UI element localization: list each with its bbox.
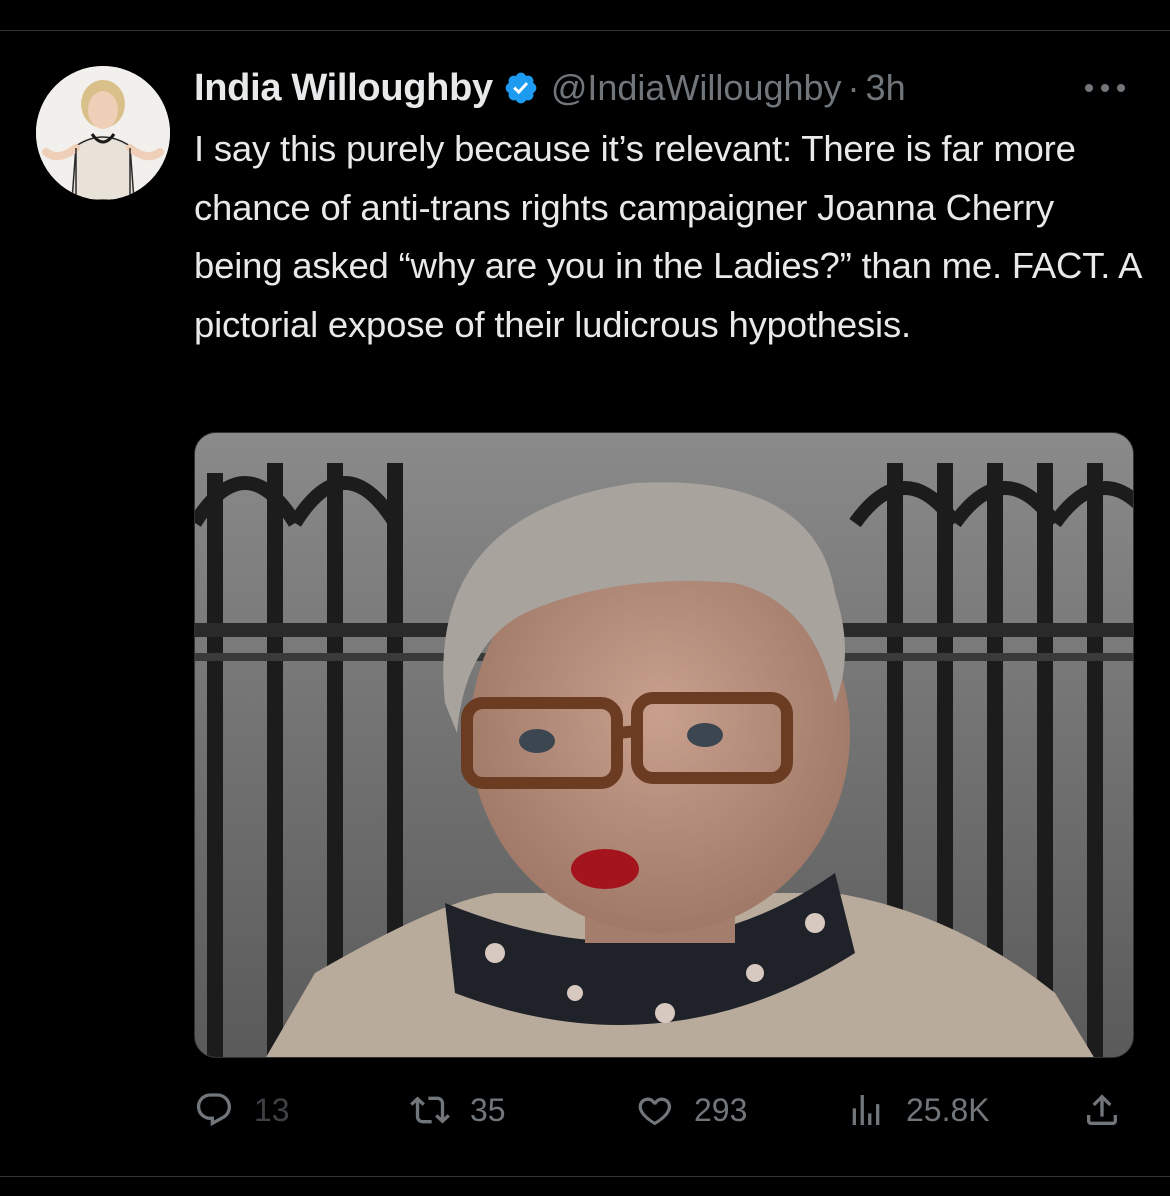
retweet-action[interactable]: 35 [410, 1082, 506, 1138]
tweet-media-photo[interactable] [194, 432, 1134, 1058]
tweet-text: I say this purely because it’s relevant:… [194, 128, 1141, 345]
retweet-count: 35 [470, 1091, 506, 1128]
photo-image [195, 433, 1133, 1057]
tweet-actions: 13 35 293 25.8K [194, 1082, 1134, 1138]
more-options-icon[interactable] [1080, 68, 1130, 108]
share-icon [1082, 1090, 1122, 1130]
share-action[interactable] [1082, 1082, 1122, 1138]
tweet-header: India Willoughby @IndiaWilloughby · 3h [194, 62, 906, 114]
author-handle[interactable]: @IndiaWilloughby [551, 67, 842, 109]
avatar-image [36, 66, 170, 200]
like-action[interactable]: 293 [634, 1082, 747, 1138]
top-divider [0, 30, 1170, 31]
tweet-timestamp[interactable]: 3h [866, 67, 906, 109]
bottom-divider [0, 1176, 1170, 1177]
retweet-icon [410, 1090, 450, 1130]
meta-separator: · [847, 67, 860, 108]
author-avatar[interactable] [36, 66, 170, 200]
reply-count: 13 [254, 1091, 290, 1128]
views-icon [846, 1090, 886, 1130]
reply-icon [194, 1090, 234, 1130]
verified-badge-icon [503, 70, 539, 106]
heart-icon [634, 1090, 674, 1130]
reply-action[interactable]: 13 [194, 1082, 290, 1138]
views-count: 25.8K [906, 1091, 990, 1128]
views-action[interactable]: 25.8K [846, 1082, 990, 1138]
like-count: 293 [694, 1091, 748, 1128]
author-display-name[interactable]: India Willoughby [194, 67, 493, 110]
